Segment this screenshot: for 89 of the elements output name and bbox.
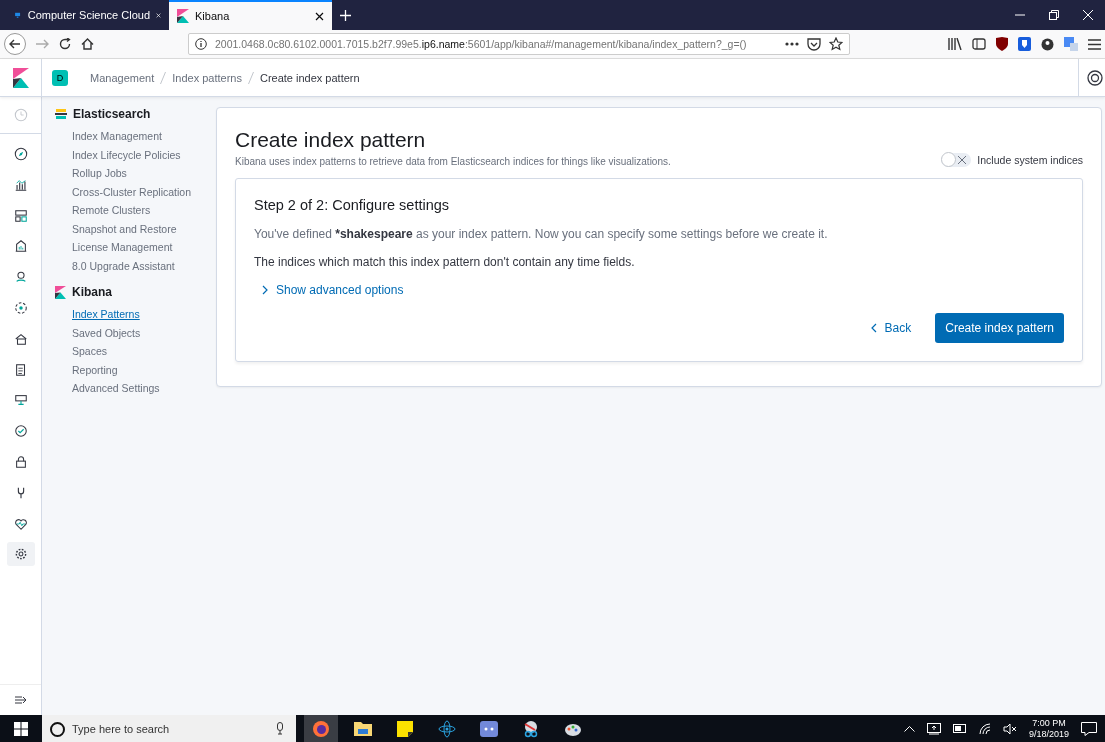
breadcrumb[interactable]: Management (90, 71, 155, 84)
sidebar-heading: Kibana (72, 285, 112, 299)
speaker-muted-icon[interactable] (1002, 722, 1017, 735)
tab-title: Kibana (195, 10, 231, 22)
page-description: Kibana uses index patterns to retrieve data from Elasticsearch indices for things like visualizations. (235, 156, 671, 167)
step-description: You've defined *shakespeare as your index pattern. Now you can specify some settings before we create it. (254, 227, 829, 241)
check-circle-icon (13, 424, 28, 439)
tab-title: Computer Science Cloud (27, 9, 151, 21)
sidebar-link[interactable]: Index Lifecycle Policies (55, 145, 216, 164)
bar-chart-icon (13, 177, 28, 192)
library-icon[interactable] (948, 38, 962, 50)
dashboard-icon (13, 208, 28, 223)
sidebar-link[interactable]: Rollup Jobs (55, 164, 216, 183)
step-title: Step 2 of 2: Configure settings (254, 197, 451, 213)
firefox-icon[interactable] (312, 719, 330, 738)
info-icon (195, 38, 207, 50)
sidebar-link[interactable]: Spaces (55, 342, 216, 361)
browser-tab[interactable]: Kibana (169, 0, 332, 30)
close-icon[interactable] (315, 11, 324, 21)
sidebar-link[interactable]: License Management (55, 238, 216, 257)
star-icon[interactable] (829, 37, 843, 51)
gear-icon (13, 547, 28, 562)
toggle-label: Include system indices (977, 154, 1083, 166)
kibana-logo-icon (55, 285, 66, 299)
monitor-icon (13, 393, 28, 408)
wifi-icon[interactable] (978, 722, 991, 735)
shield-icon[interactable] (996, 37, 1008, 51)
heartbeat-icon (13, 516, 28, 531)
compass-icon (13, 147, 28, 161)
kibana-logo-icon (177, 9, 189, 23)
folder-icon[interactable] (354, 721, 372, 736)
clock-time[interactable]: 7:00 PM (1032, 717, 1066, 729)
back-button[interactable]: Back (864, 313, 918, 343)
pocket-icon[interactable] (807, 37, 821, 51)
reload-icon[interactable] (59, 38, 71, 50)
atom-icon[interactable] (438, 719, 456, 738)
battery-icon[interactable] (952, 724, 967, 733)
home-icon[interactable] (81, 38, 94, 50)
account-icon[interactable] (1041, 37, 1054, 51)
breadcrumb-separator (160, 71, 167, 84)
elasticsearch-logo-icon (55, 108, 67, 120)
help-icon[interactable] (1087, 69, 1103, 86)
notification-icon[interactable] (1081, 721, 1097, 736)
building-icon (13, 239, 28, 254)
sidebar-link[interactable]: Reporting (55, 360, 216, 379)
breadcrumb[interactable]: Index patterns (172, 71, 242, 84)
sidebar-heading: Elasticsearch (73, 107, 151, 121)
step-note: The indices which match this index pattern don't contain any time fields. (254, 255, 636, 269)
restore-icon[interactable] (1049, 10, 1059, 20)
collapse-icon[interactable] (13, 695, 28, 705)
more-icon[interactable] (785, 42, 799, 46)
translate-icon[interactable] (1064, 37, 1078, 51)
breadcrumb-separator (247, 71, 254, 84)
document-icon (13, 362, 28, 377)
sidebar-link[interactable]: Index Management (55, 127, 216, 146)
breadcrumb: Create index pattern (259, 71, 360, 84)
back-icon[interactable] (4, 33, 26, 55)
chevron-up-icon[interactable] (903, 725, 915, 732)
search-icon (50, 722, 65, 737)
lock-icon (13, 454, 28, 469)
page-title: Create index pattern (235, 128, 427, 152)
chevron-left-icon (870, 323, 877, 333)
create-button[interactable]: Create index pattern (935, 313, 1064, 343)
clock-date[interactable]: 9/18/2019 (1028, 728, 1069, 740)
address-bar[interactable]: 2001.0468.0c80.6102.0001.7015.b2f7.99e5.ip6.name:5601/app/kibana#/management/kibana/index_pattern?_g=() (188, 33, 850, 55)
sticky-note-icon[interactable] (397, 720, 413, 737)
advanced-options-link[interactable]: Show advanced options (262, 283, 404, 297)
menu-icon[interactable] (1088, 38, 1101, 50)
home-stack-icon (13, 331, 28, 346)
toggle-switch[interactable] (941, 153, 972, 167)
microphone-icon[interactable] (276, 722, 284, 735)
kibana-logo-icon[interactable] (12, 67, 29, 88)
sidebar-icon[interactable] (972, 38, 986, 50)
space-avatar[interactable]: D (52, 69, 68, 86)
windows-logo-icon[interactable] (14, 721, 28, 736)
sidebar-link[interactable]: Cross-Cluster Replication (55, 182, 216, 201)
new-tab-icon[interactable] (340, 9, 351, 21)
chevron-right-icon (262, 285, 268, 295)
sidebar-link[interactable]: Advanced Settings (55, 379, 216, 398)
shield-icon[interactable] (1018, 37, 1031, 51)
display-icon[interactable] (926, 722, 941, 735)
sidebar-link[interactable]: 8.0 Upgrade Assistant (55, 256, 216, 275)
sidebar-link[interactable]: Remote Clusters (55, 201, 216, 220)
sidebar-link[interactable]: Saved Objects (55, 323, 216, 342)
sidebar-link[interactable]: Index Patterns (55, 305, 216, 324)
taskbar-search-field[interactable]: Type here to search (42, 715, 296, 742)
browser-tab[interactable]: Computer Science Cloud (6, 0, 169, 30)
nav-item[interactable] (6, 542, 35, 567)
sidebar-link[interactable]: Snapshot and Restore (55, 219, 216, 238)
